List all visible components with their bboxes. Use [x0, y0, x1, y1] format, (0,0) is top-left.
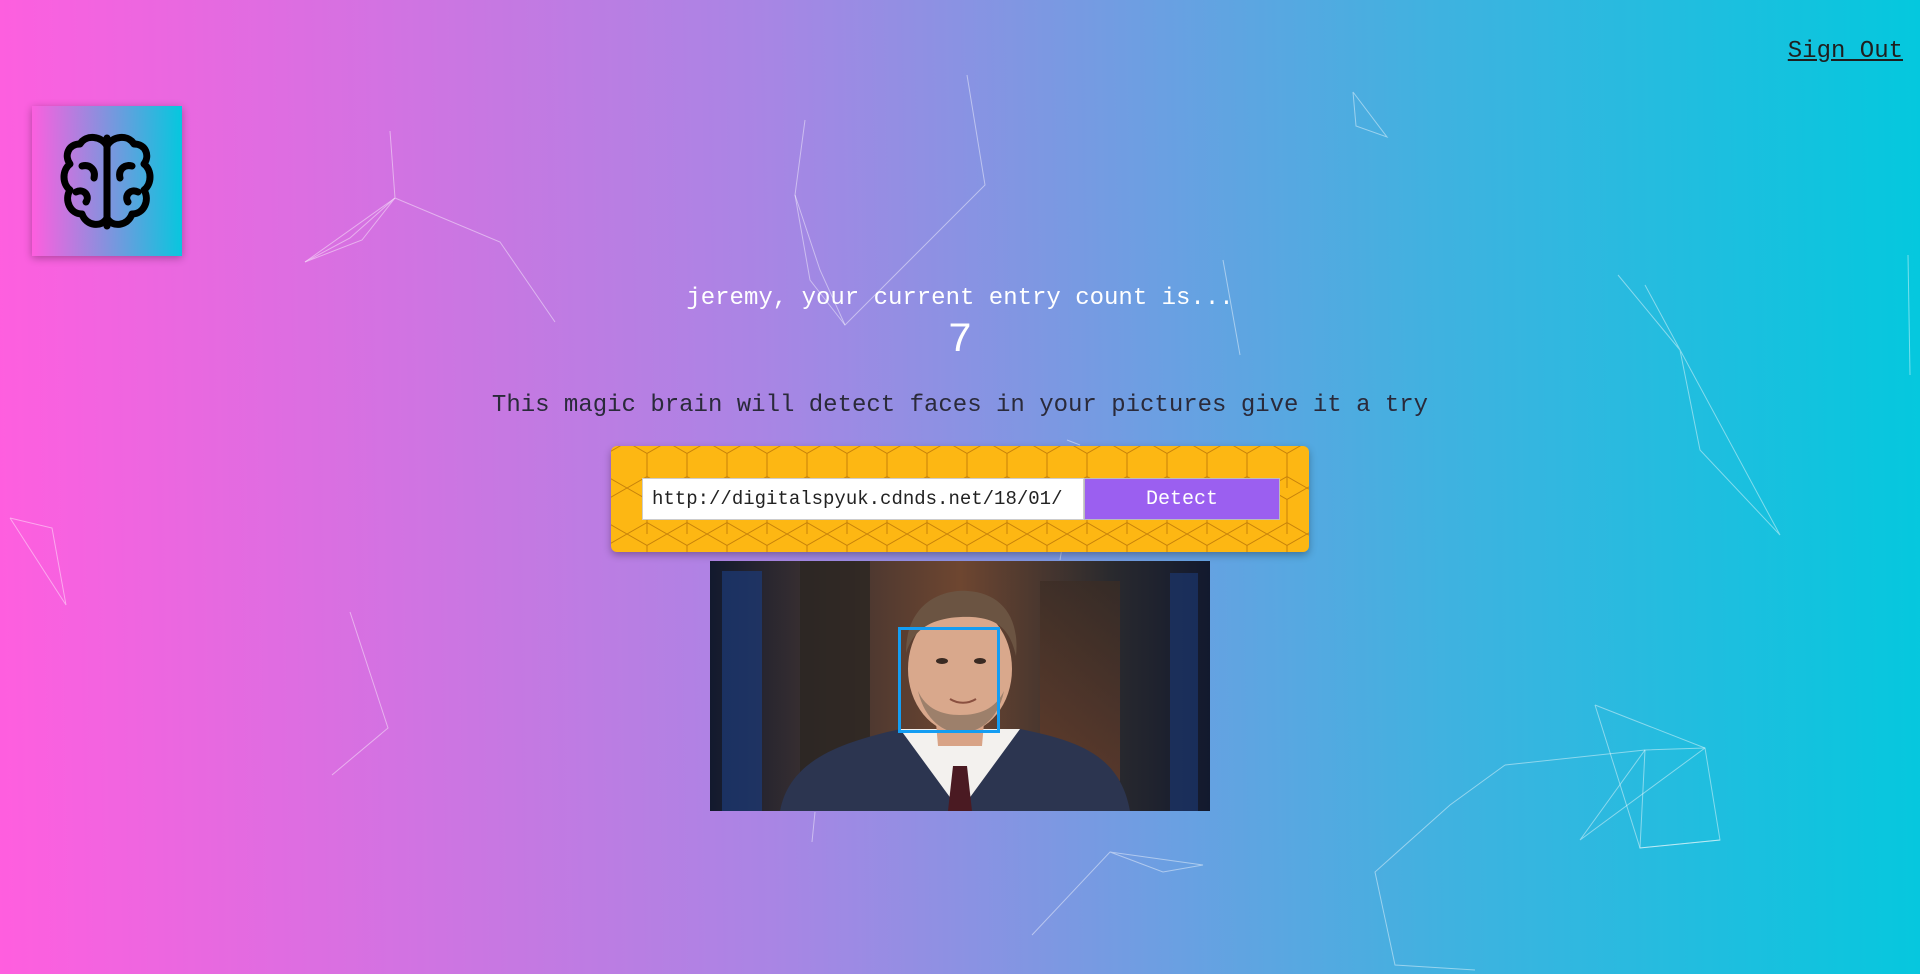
entry-count-label: jeremy, your current entry count is... [686, 285, 1234, 312]
tagline-text: This magic brain will detect faces in yo… [491, 392, 1429, 419]
entry-count-value: 7 [947, 316, 973, 364]
sign-out-link[interactable]: Sign Out [1788, 38, 1903, 65]
face-image-container [710, 561, 1210, 811]
brain-icon [60, 134, 154, 230]
image-url-input[interactable] [642, 478, 1084, 520]
app-logo [32, 106, 182, 256]
image-link-form: Detect [611, 446, 1309, 552]
face-bounding-box [898, 627, 1000, 733]
detect-button[interactable]: Detect [1084, 478, 1280, 520]
